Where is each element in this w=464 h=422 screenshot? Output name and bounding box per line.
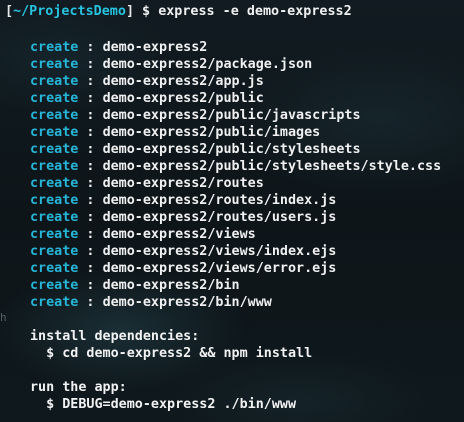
create-keyword: create [30, 176, 79, 191]
created-path: demo-express2/bin/www [102, 295, 272, 310]
create-line: create : demo-express2/bin [30, 278, 240, 295]
create-separator: : [78, 295, 103, 310]
create-line: create : demo-express2/public/stylesheet… [30, 142, 361, 159]
create-separator: : [78, 176, 103, 191]
created-path: demo-express2 [102, 40, 208, 55]
created-path: demo-express2/public/stylesheets/style.c… [102, 159, 442, 174]
create-separator: : [78, 125, 103, 140]
create-keyword: create [30, 210, 79, 225]
create-keyword: create [30, 295, 79, 310]
created-path: demo-express2/views [102, 227, 256, 242]
create-line: create : demo-express2/views/index.ejs [30, 244, 336, 261]
install-command: $ cd demo-express2 && npm install [30, 346, 313, 361]
create-keyword: create [30, 125, 79, 140]
install-heading: install dependencies: [30, 329, 200, 344]
create-keyword: create [30, 261, 79, 276]
create-separator: : [78, 142, 103, 157]
create-keyword: create [30, 278, 79, 293]
prompt-command: express -e demo-express2 [158, 4, 352, 19]
create-keyword: create [30, 159, 79, 174]
create-line: create : demo-express2/public/javascript… [30, 108, 361, 125]
create-keyword: create [30, 193, 79, 208]
create-line: create : demo-express2/bin/www [30, 295, 272, 312]
created-path: demo-express2/bin [102, 278, 240, 293]
created-path: demo-express2/public/stylesheets [102, 142, 361, 157]
create-separator: : [78, 210, 103, 225]
create-separator: : [78, 159, 103, 174]
create-separator: : [78, 193, 103, 208]
create-separator: : [78, 40, 103, 55]
create-line: create : demo-express2 [30, 40, 207, 57]
created-path: demo-express2/public/images [102, 125, 321, 140]
create-separator: : [78, 57, 103, 72]
create-separator: : [78, 261, 103, 276]
terminal-window[interactable]: [~/ProjectsDemo] $ express -e demo-expre… [0, 0, 464, 422]
create-line: create : demo-express2/routes [30, 176, 264, 193]
create-keyword: create [30, 74, 79, 89]
create-keyword: create [30, 91, 79, 106]
created-path: demo-express2/routes/index.js [102, 193, 337, 208]
create-line: create : demo-express2/public [30, 91, 264, 108]
created-path: demo-express2/package.json [102, 57, 313, 72]
create-keyword: create [30, 142, 79, 157]
create-line: create : demo-express2/views [30, 227, 256, 244]
create-separator: : [78, 74, 103, 89]
create-separator: : [78, 227, 103, 242]
create-separator: : [78, 278, 103, 293]
create-keyword: create [30, 40, 79, 55]
create-keyword: create [30, 108, 79, 123]
create-line: create : demo-express2/routes/users.js [30, 210, 336, 227]
run-heading: run the app: [30, 380, 127, 395]
created-path: demo-express2/routes [102, 176, 264, 191]
created-path: demo-express2/routes/users.js [102, 210, 337, 225]
created-path: demo-express2/views/index.ejs [102, 244, 337, 259]
created-path: demo-express2/public/javascripts [102, 108, 361, 123]
create-separator: : [78, 108, 103, 123]
create-line: create : demo-express2/public/stylesheet… [30, 159, 441, 176]
created-path: demo-express2/views/error.ejs [102, 261, 337, 276]
create-line: create : demo-express2/routes/index.js [30, 193, 336, 210]
prompt-close-bracket: ] [125, 4, 134, 19]
prompt-dollar-sign: $ [134, 4, 159, 19]
shell-prompt-line: [~/ProjectsDemo] $ express -e demo-expre… [5, 4, 352, 21]
create-separator: : [78, 244, 103, 259]
create-keyword: create [30, 227, 79, 242]
create-line: create : demo-express2/public/images [30, 125, 320, 142]
create-line: create : demo-express2/package.json [30, 57, 312, 74]
stray-glyph: h [0, 311, 7, 324]
created-path: demo-express2/app.js [102, 74, 264, 89]
run-command: $ DEBUG=demo-express2 ./bin/www [30, 397, 297, 412]
create-keyword: create [30, 244, 79, 259]
create-separator: : [78, 91, 103, 106]
create-line: create : demo-express2/views/error.ejs [30, 261, 336, 278]
created-path: demo-express2/public [102, 91, 264, 106]
prompt-current-directory: ~/ProjectsDemo [13, 4, 126, 19]
prompt-open-bracket: [ [5, 4, 14, 19]
create-line: create : demo-express2/app.js [30, 74, 264, 91]
create-keyword: create [30, 57, 79, 72]
